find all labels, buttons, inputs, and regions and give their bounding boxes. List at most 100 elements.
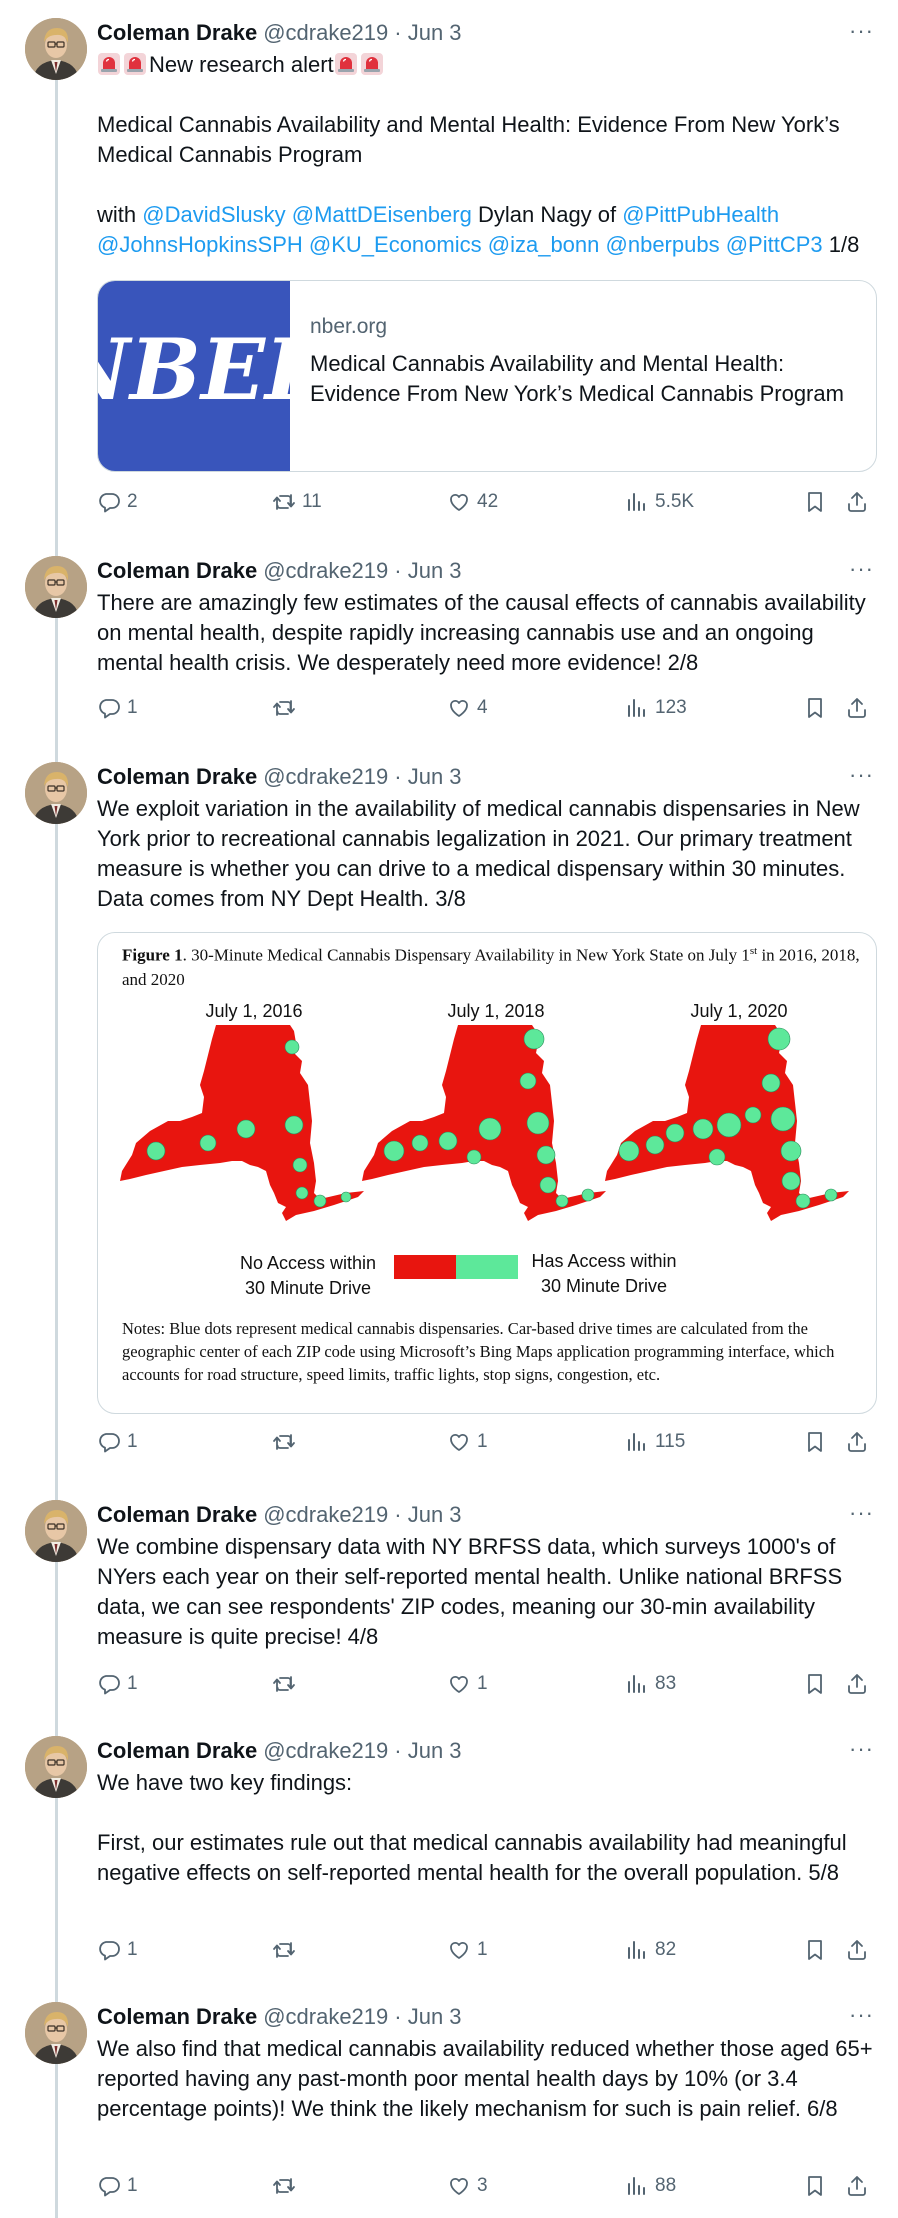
tweet-4[interactable]: Coleman Drake @cdrake219 · Jun 3 ··· We …	[0, 1500, 898, 1700]
more-icon[interactable]: ···	[849, 18, 874, 44]
views-button[interactable]: 123	[625, 696, 687, 720]
tweet-2[interactable]: Coleman Drake @cdrake219 · Jun 3 ··· The…	[0, 556, 898, 726]
avatar[interactable]	[25, 556, 87, 618]
author-name[interactable]: Coleman Drake	[97, 2004, 257, 2030]
author-handle[interactable]: @cdrake219	[263, 20, 388, 46]
tweet-6[interactable]: Coleman Drake @cdrake219 · Jun 3 ··· We …	[0, 2002, 898, 2218]
author-handle[interactable]: @cdrake219	[263, 764, 388, 790]
share-button[interactable]	[845, 490, 869, 514]
share-button[interactable]	[845, 696, 869, 720]
tweet-paragraph: There are amazingly few estimates of the…	[97, 590, 866, 675]
like-button[interactable]: 1	[447, 1430, 488, 1454]
share-button[interactable]	[845, 2174, 869, 2198]
legend-has-access-line: 30 Minute Drive	[540, 1276, 668, 1296]
author-name[interactable]: Coleman Drake	[97, 1502, 257, 1528]
more-icon[interactable]: ···	[849, 2002, 874, 2028]
views-button[interactable]: 82	[625, 1938, 676, 1962]
avatar[interactable]	[25, 762, 87, 824]
tweet-date[interactable]: · Jun 3	[394, 764, 461, 790]
retweet-button[interactable]: 11	[272, 490, 322, 514]
siren-icon	[123, 52, 147, 76]
more-icon[interactable]: ···	[849, 1500, 874, 1526]
reply-button[interactable]: 2	[97, 490, 138, 514]
like-count: 1	[477, 1431, 488, 1452]
share-button[interactable]	[845, 1938, 869, 1962]
like-button[interactable]: 4	[447, 696, 488, 720]
bookmark-button[interactable]	[803, 696, 827, 720]
bookmark-button[interactable]	[803, 1430, 827, 1454]
like-button[interactable]: 1	[447, 1938, 488, 1962]
views-icon	[625, 1672, 649, 1696]
views-button[interactable]: 5.5K	[625, 490, 694, 514]
avatar[interactable]	[25, 1736, 87, 1798]
author-handle[interactable]: @cdrake219	[263, 2004, 388, 2030]
reply-button[interactable]: 1	[97, 696, 138, 720]
bookmark-button[interactable]	[803, 2174, 827, 2198]
figure-image[interactable]: Figure 1. 30-Minute Medical Cannabis Dis…	[97, 932, 877, 1414]
tweet-date[interactable]: · Jun 3	[394, 20, 461, 46]
bookmark-button[interactable]	[803, 1938, 827, 1962]
author-handle[interactable]: @cdrake219	[263, 1502, 388, 1528]
tweet-1[interactable]: Coleman Drake @cdrake219 · Jun 3 ··· New…	[0, 18, 898, 528]
thread: Coleman Drake @cdrake219 · Jun 3 ··· New…	[0, 0, 898, 2218]
tweet-date[interactable]: · Jun 3	[394, 1502, 461, 1528]
tweet-paragraph: We combine dispensary data with NY BRFSS…	[97, 1534, 843, 1649]
views-button[interactable]: 88	[625, 2174, 676, 2198]
author-handle[interactable]: @cdrake219	[263, 558, 388, 584]
retweet-button[interactable]	[272, 696, 302, 720]
author-name[interactable]: Coleman Drake	[97, 1738, 257, 1764]
tweet-date[interactable]: · Jun 3	[394, 2004, 461, 2030]
bookmark-button[interactable]	[803, 490, 827, 514]
author-name[interactable]: Coleman Drake	[97, 558, 257, 584]
mention-link[interactable]: @JohnsHopkinsSPH	[97, 232, 303, 257]
mention-link[interactable]: @DavidSlusky	[142, 202, 285, 227]
tweet-date[interactable]: · Jun 3	[394, 1738, 461, 1764]
nber-logo: NBER	[98, 281, 290, 471]
tweet-3[interactable]: Coleman Drake @cdrake219 · Jun 3 ··· We …	[0, 762, 898, 1462]
author-name[interactable]: Coleman Drake	[97, 764, 257, 790]
avatar[interactable]	[25, 18, 87, 80]
more-icon[interactable]: ···	[849, 556, 874, 582]
reply-button[interactable]: 1	[97, 2174, 138, 2198]
more-icon[interactable]: ···	[849, 1736, 874, 1762]
like-count: 42	[477, 491, 499, 512]
reply-icon	[97, 1430, 121, 1454]
reply-button[interactable]: 1	[97, 1430, 138, 1454]
mention-link[interactable]: @PittCP3	[726, 232, 823, 257]
share-button[interactable]	[845, 1672, 869, 1696]
retweet-button[interactable]	[272, 1430, 302, 1454]
author-handle[interactable]: @cdrake219	[263, 1738, 388, 1764]
more-icon[interactable]: ···	[849, 762, 874, 788]
ny-map-2018	[362, 1025, 606, 1221]
author-name[interactable]: Coleman Drake	[97, 20, 257, 46]
tweet-date[interactable]: · Jun 3	[394, 558, 461, 584]
mention-link[interactable]: @iza_bonn	[488, 232, 600, 257]
bookmark-icon	[803, 2174, 827, 2198]
bookmark-button[interactable]	[803, 1672, 827, 1696]
mention-link[interactable]: @KU_Economics	[309, 232, 482, 257]
tweet-5[interactable]: Coleman Drake @cdrake219 · Jun 3 ··· We …	[0, 1736, 898, 1966]
tweet-text: There are amazingly few estimates of the…	[97, 588, 878, 678]
link-card[interactable]: NBER nber.org Medical Cannabis Availabil…	[97, 280, 877, 472]
views-button[interactable]: 83	[625, 1672, 676, 1696]
like-button[interactable]: 42	[447, 490, 498, 514]
share-icon	[845, 2174, 869, 2198]
mention-link[interactable]: @nberpubs	[606, 232, 720, 257]
share-button[interactable]	[845, 1430, 869, 1454]
reply-button[interactable]: 1	[97, 1672, 138, 1696]
reply-icon	[97, 2174, 121, 2198]
mention-link[interactable]: @PittPubHealth	[622, 202, 779, 227]
like-button[interactable]: 3	[447, 2174, 488, 2198]
like-button[interactable]: 1	[447, 1672, 488, 1696]
mention-link[interactable]: @MattDEisenberg	[292, 202, 472, 227]
avatar[interactable]	[25, 2002, 87, 2064]
views-button[interactable]: 115	[625, 1430, 685, 1454]
retweet-button[interactable]	[272, 2174, 302, 2198]
retweet-button[interactable]	[272, 1938, 302, 1962]
reply-icon	[97, 1672, 121, 1696]
avatar[interactable]	[25, 1500, 87, 1562]
retweet-button[interactable]	[272, 1672, 302, 1696]
views-icon	[625, 1938, 649, 1962]
siren-icon	[360, 52, 384, 76]
reply-button[interactable]: 1	[97, 1938, 138, 1962]
